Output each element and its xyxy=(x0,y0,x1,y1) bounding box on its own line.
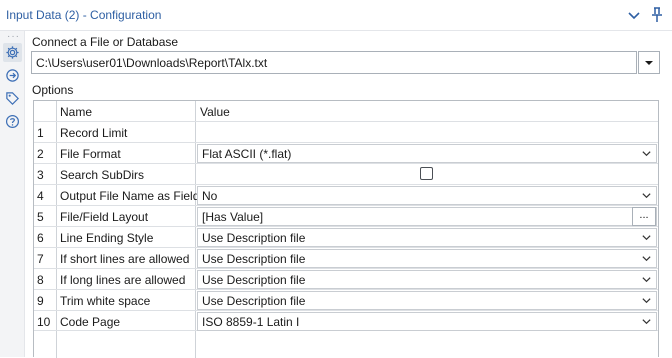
row-name: Record Limit xyxy=(60,126,128,140)
row-name: If long lines are allowed xyxy=(60,273,186,287)
search-subdirs-cell xyxy=(197,165,657,184)
chevron-down-icon[interactable] xyxy=(625,6,643,24)
chevron-down-icon xyxy=(642,151,651,157)
row-name: Line Ending Style xyxy=(60,231,154,245)
sidebar: ··· xyxy=(0,31,25,357)
row-number: 9 xyxy=(37,294,44,308)
chevron-down-icon xyxy=(642,193,651,199)
line-ending-style-dropdown[interactable]: Use Description file xyxy=(197,228,657,247)
row-name: Output File Name as Field xyxy=(60,189,200,203)
field-value: [Has Value] xyxy=(202,210,264,224)
table-row: 7 If short lines are allowed Use Descrip… xyxy=(34,247,658,268)
title-bar: Input Data (2) - Configuration xyxy=(0,0,672,31)
dropdown-value: ISO 8859-1 Latin I xyxy=(202,315,300,329)
tag-icon[interactable] xyxy=(3,89,22,108)
table-row: 10 Code Page ISO 8859-1 Latin I xyxy=(34,310,658,331)
config-panel: Connect a File or Database C:\Users\user… xyxy=(26,31,672,358)
row-name: Code Page xyxy=(60,315,121,329)
file-field-layout-input[interactable]: [Has Value] ... xyxy=(197,207,657,226)
table-row: 1 Record Limit xyxy=(34,121,658,142)
options-grid: Name Value 1 Record Limit 2 File Format … xyxy=(33,100,659,358)
table-row: 9 Trim white space Use Description file xyxy=(34,289,658,310)
row-number: 4 xyxy=(37,189,44,203)
row-name: File Format xyxy=(60,147,121,161)
row-number: 8 xyxy=(37,273,44,287)
ellipsis-button[interactable]: ... xyxy=(632,207,656,226)
window-title: Input Data (2) - Configuration xyxy=(6,8,162,22)
dropdown-value: No xyxy=(202,189,218,203)
gear-icon[interactable] xyxy=(3,43,22,62)
code-page-dropdown[interactable]: ISO 8859-1 Latin I xyxy=(197,312,657,331)
record-limit-input[interactable] xyxy=(197,123,657,142)
file-path-input[interactable]: C:\Users\user01\Downloads\Report\TAlx.tx… xyxy=(31,51,637,74)
table-row: 2 File Format Flat ASCII (*.flat) xyxy=(34,142,658,163)
dropdown-value: Use Description file xyxy=(202,252,306,266)
dropdown-value: Flat ASCII (*.flat) xyxy=(202,147,292,161)
connect-label: Connect a File or Database xyxy=(32,35,179,49)
row-number: 1 xyxy=(37,126,44,140)
short-lines-dropdown[interactable]: Use Description file xyxy=(197,249,657,268)
pin-icon[interactable] xyxy=(648,6,666,24)
chevron-down-icon xyxy=(642,319,651,325)
long-lines-dropdown[interactable]: Use Description file xyxy=(197,270,657,289)
file-format-dropdown[interactable]: Flat ASCII (*.flat) xyxy=(197,144,657,163)
dropdown-value: Use Description file xyxy=(202,294,306,308)
row-number: 6 xyxy=(37,231,44,245)
dropdown-value: Use Description file xyxy=(202,273,306,287)
row-number: 2 xyxy=(37,147,44,161)
header-value: Value xyxy=(200,105,230,119)
table-row: 3 Search SubDirs xyxy=(34,163,658,184)
arrow-circle-icon[interactable] xyxy=(3,66,22,85)
table-row: 6 Line Ending Style Use Description file xyxy=(34,226,658,247)
output-file-name-dropdown[interactable]: No xyxy=(197,186,657,205)
row-number: 3 xyxy=(37,168,44,182)
question-icon[interactable] xyxy=(3,112,22,131)
row-name: File/Field Layout xyxy=(60,210,149,224)
caret-down-icon xyxy=(645,60,653,65)
dropdown-value: Use Description file xyxy=(202,231,306,245)
table-row: 8 If long lines are allowed Use Descript… xyxy=(34,268,658,289)
header-name: Name xyxy=(60,105,93,119)
search-subdirs-checkbox[interactable] xyxy=(420,167,433,180)
row-number: 7 xyxy=(37,252,44,266)
options-label: Options xyxy=(32,83,74,97)
table-row: 4 Output File Name as Field No xyxy=(34,184,658,205)
row-name: Search SubDirs xyxy=(60,168,145,182)
file-browse-dropdown[interactable] xyxy=(638,51,660,74)
chevron-down-icon xyxy=(642,235,651,241)
grip-icon[interactable]: ··· xyxy=(7,32,20,42)
row-name: Trim white space xyxy=(60,294,151,308)
row-name: If short lines are allowed xyxy=(60,252,190,266)
row-number: 10 xyxy=(37,315,51,329)
chevron-down-icon xyxy=(642,277,651,283)
row-number: 5 xyxy=(37,210,44,224)
chevron-down-icon xyxy=(642,256,651,262)
chevron-down-icon xyxy=(642,298,651,304)
table-row: 5 File/Field Layout [Has Value] ... xyxy=(34,205,658,226)
trim-white-space-dropdown[interactable]: Use Description file xyxy=(197,291,657,310)
